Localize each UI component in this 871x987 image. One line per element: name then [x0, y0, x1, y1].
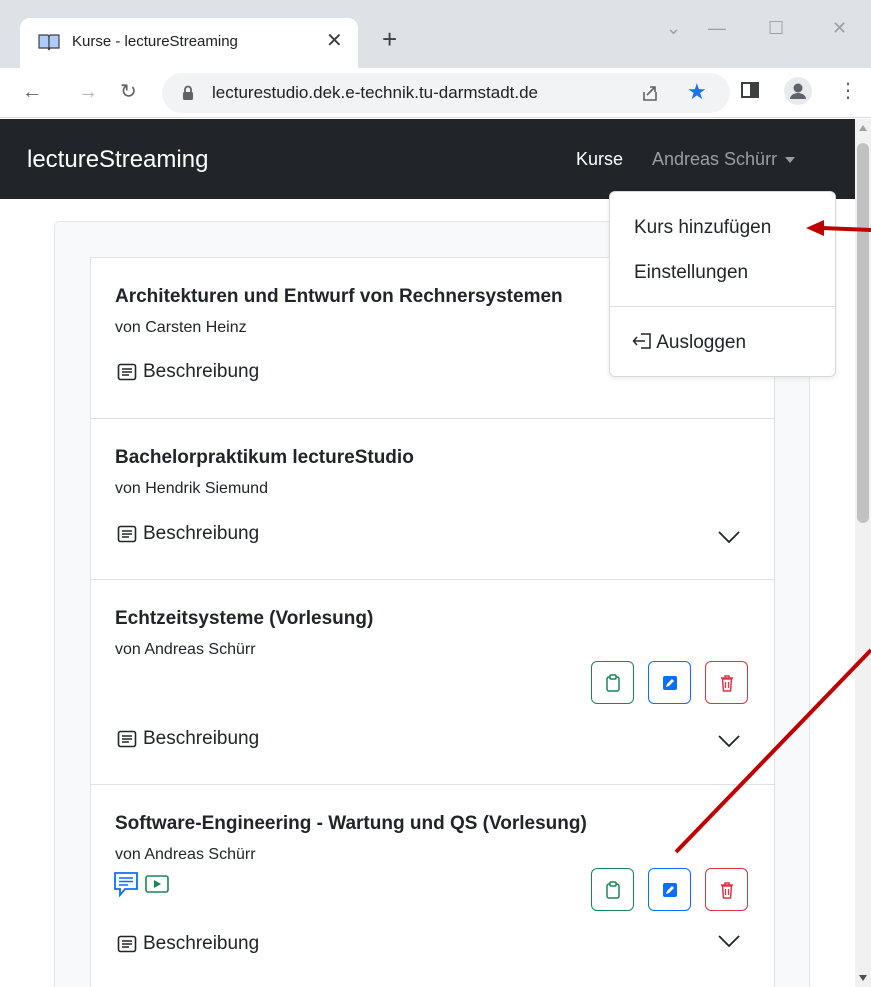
url-text: lecturestudio.dek.e-technik.tu-darmstadt…: [212, 83, 539, 102]
description-icon: [117, 525, 137, 543]
logout-icon: [632, 333, 651, 349]
description-toggle[interactable]: Beschreibung: [117, 523, 259, 545]
course-author: von Hendrik Siemund: [115, 480, 268, 497]
description-toggle[interactable]: Beschreibung: [117, 728, 259, 750]
description-icon: [117, 935, 137, 953]
share-icon[interactable]: [640, 83, 660, 103]
menu-item-ausloggen[interactable]: Ausloggen: [632, 332, 746, 354]
course-title[interactable]: Architekturen und Entwurf von Rechnersys…: [115, 286, 563, 308]
description-label: Beschreibung: [143, 728, 260, 749]
side-panel-icon[interactable]: [740, 80, 760, 100]
trash-icon: [720, 881, 733, 899]
page-scrollbar[interactable]: [855, 119, 871, 987]
menu-divider: [610, 306, 835, 307]
play-stream-icon[interactable]: [145, 874, 169, 894]
menu-item-einstellungen[interactable]: Einstellungen: [634, 262, 748, 284]
course-title[interactable]: Bachelorpraktikum lectureStudio: [115, 447, 414, 469]
course-actions: [591, 661, 748, 704]
course-feature-icons: [113, 871, 169, 897]
book-icon: [38, 34, 60, 51]
bookmark-star-icon[interactable]: ★: [687, 80, 707, 104]
description-toggle[interactable]: Beschreibung: [117, 361, 259, 383]
tab-close-icon[interactable]: ✕: [326, 30, 343, 52]
brand-logo-text[interactable]: lectureStreaming: [27, 146, 208, 174]
description-label: Beschreibung: [143, 361, 260, 382]
description-icon: [117, 363, 137, 381]
description-label: Beschreibung: [143, 523, 260, 544]
description-icon: [117, 730, 137, 748]
caret-down-icon: [785, 157, 796, 164]
course-card: Echtzeitsysteme (Vorlesung) von Andreas …: [90, 579, 775, 785]
minimize-icon[interactable]: —: [708, 18, 726, 38]
chevron-down-icon[interactable]: [718, 531, 740, 543]
copy-link-button[interactable]: [591, 661, 634, 704]
course-title[interactable]: Echtzeitsysteme (Vorlesung): [115, 608, 373, 630]
profile-avatar-icon[interactable]: [784, 77, 812, 105]
trash-icon: [720, 674, 733, 692]
logout-label: Ausloggen: [656, 332, 747, 353]
menu-item-kurs-hinzufuegen[interactable]: Kurs hinzufügen: [634, 217, 771, 239]
top-navbar: lectureStreaming Kurse Andreas Schürr: [0, 119, 855, 199]
nav-link-kurse[interactable]: Kurse: [576, 149, 623, 170]
browser-tabstrip: Kurse - lectureStreaming ✕ + ⌄ — ☐ ✕: [0, 0, 871, 68]
new-tab-icon[interactable]: +: [382, 26, 397, 52]
user-dropdown-menu: Kurs hinzufügen Einstellungen Ausloggen: [609, 191, 836, 377]
delete-course-button[interactable]: [705, 661, 748, 704]
delete-course-button[interactable]: [705, 868, 748, 911]
course-author: von Andreas Schürr: [115, 641, 256, 658]
browser-menu-icon[interactable]: ⋮: [838, 80, 858, 102]
scroll-thumb[interactable]: [857, 143, 869, 523]
user-menu-toggle[interactable]: Andreas Schürr: [652, 149, 796, 170]
course-author: von Carsten Heinz: [115, 319, 247, 336]
chevron-down-icon[interactable]: [718, 935, 740, 947]
edit-course-button[interactable]: [648, 661, 691, 704]
tab-title: Kurse - lectureStreaming: [72, 33, 238, 50]
lock-icon[interactable]: [182, 85, 194, 101]
scroll-up-arrow-icon[interactable]: [859, 125, 867, 131]
course-card: Software-Engineering - Wartung und QS (V…: [90, 784, 775, 987]
user-name: Andreas Schürr: [652, 149, 778, 169]
description-label: Beschreibung: [143, 933, 260, 954]
edit-course-button[interactable]: [648, 868, 691, 911]
edit-icon: [662, 882, 677, 897]
copy-link-button[interactable]: [591, 868, 634, 911]
clipboard-icon: [605, 673, 620, 692]
forward-icon[interactable]: →: [78, 80, 98, 104]
browser-tab[interactable]: Kurse - lectureStreaming ✕: [20, 18, 358, 68]
address-bar[interactable]: lecturestudio.dek.e-technik.tu-darmstadt…: [162, 73, 730, 113]
course-card: Bachelorpraktikum lectureStudio von Hend…: [90, 418, 775, 580]
clipboard-icon: [605, 880, 620, 899]
chat-icon[interactable]: [113, 871, 139, 897]
chevron-down-icon[interactable]: [718, 735, 740, 747]
back-icon[interactable]: ←: [22, 80, 42, 104]
maximize-icon[interactable]: ☐: [768, 18, 784, 38]
edit-icon: [662, 675, 677, 690]
scroll-down-arrow-icon[interactable]: [859, 975, 867, 981]
description-toggle[interactable]: Beschreibung: [117, 933, 259, 955]
tab-search-icon[interactable]: ⌄: [666, 18, 681, 38]
close-window-icon[interactable]: ✕: [832, 18, 847, 38]
course-title[interactable]: Software-Engineering - Wartung und QS (V…: [115, 813, 587, 835]
reload-icon[interactable]: ↻: [120, 80, 137, 104]
course-actions: [591, 868, 748, 911]
course-author: von Andreas Schürr: [115, 846, 256, 863]
